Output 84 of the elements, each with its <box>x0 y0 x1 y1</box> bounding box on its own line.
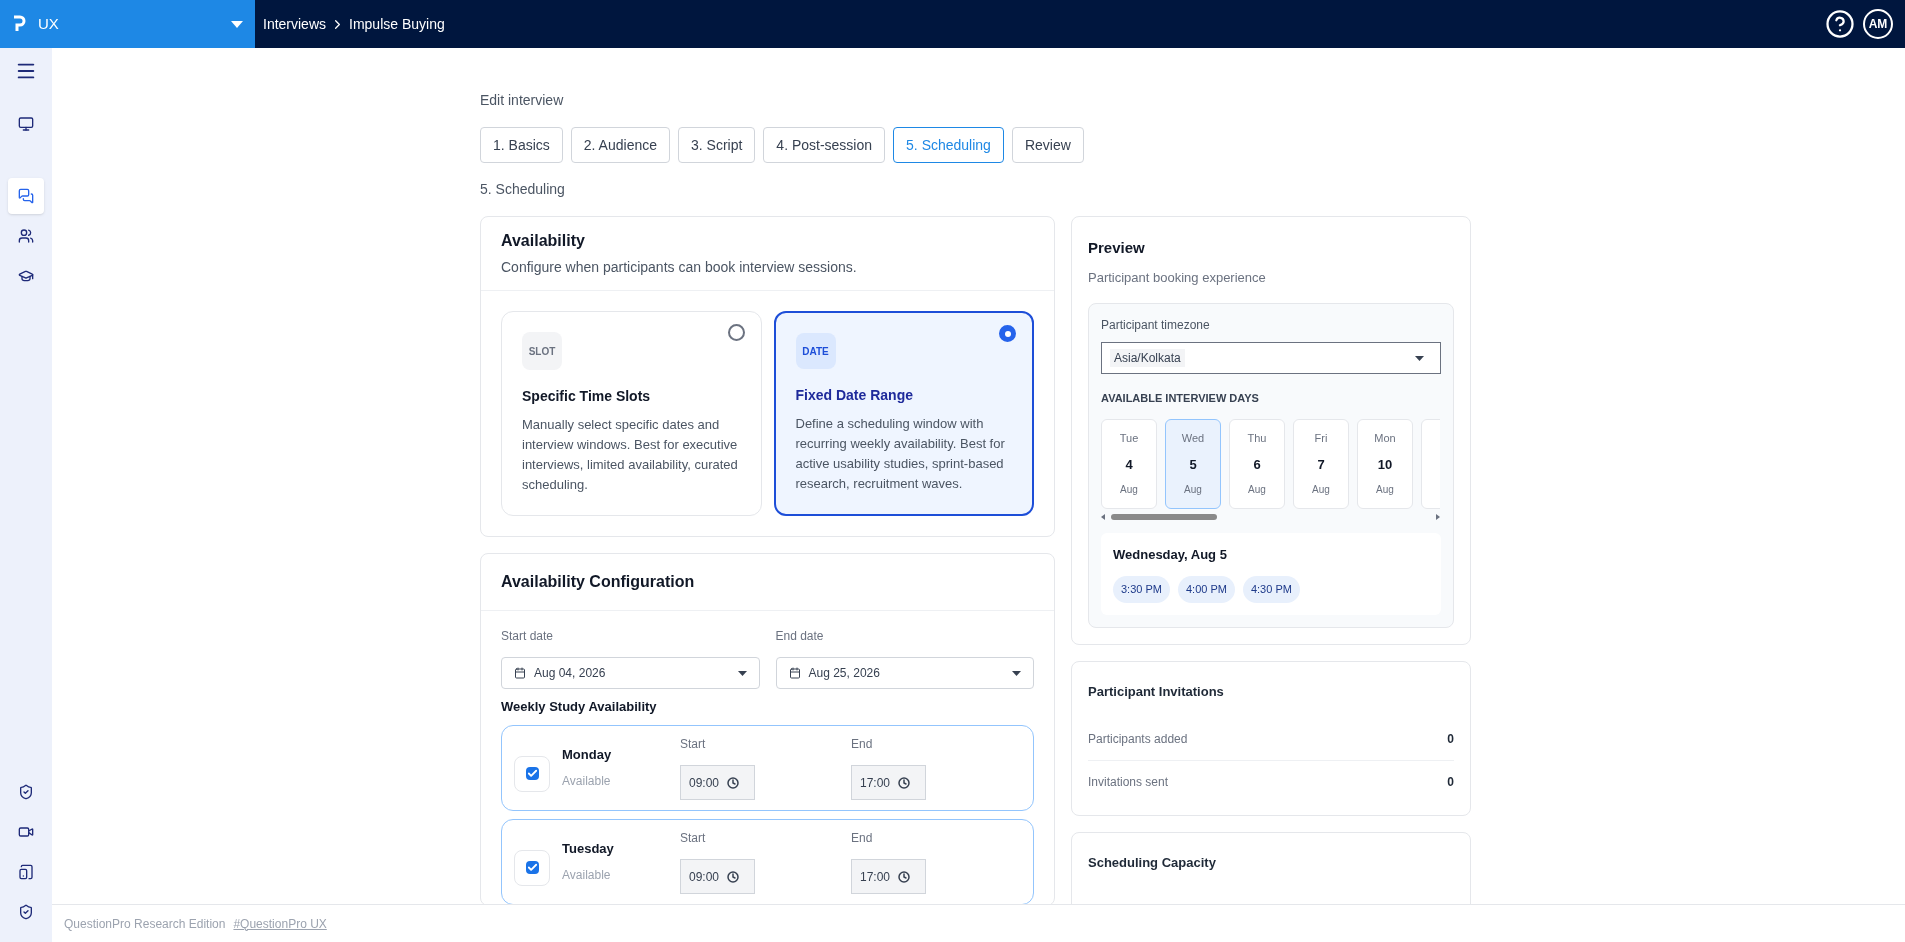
chat-people-icon[interactable] <box>8 178 44 214</box>
time-slot[interactable]: 4:00 PM <box>1177 576 1235 603</box>
calendar-icon <box>514 667 526 679</box>
timezone-select[interactable]: Asia/Kolkata <box>1101 342 1441 374</box>
option-card[interactable]: SLOT Specific Time Slots Manually select specific dates and interview windows. Best for executive interviews, limited availability, curated scheduling. <box>501 311 762 516</box>
caret-icon <box>1012 670 1021 676</box>
card-subtitle: Configure when participants can book interview sessions. <box>501 258 857 277</box>
section-title: AVAILABLE INTERVIEW DAYS <box>1101 391 1259 406</box>
step-tab[interactable]: 1. Basics <box>480 127 563 163</box>
section-label: 5. Scheduling <box>480 180 565 199</box>
date-field[interactable]: Aug 25, 2026 <box>775 657 1034 689</box>
scrollbar[interactable] <box>1101 512 1440 521</box>
card-title: Scheduling Capacity <box>1088 853 1217 872</box>
checkbox-frame[interactable] <box>514 849 550 886</box>
time-field[interactable]: 09:00 <box>680 859 755 894</box>
time-slot[interactable]: 3:30 PM <box>1113 576 1170 603</box>
calendar-icon <box>788 667 801 679</box>
option-description: Manually select specific dates and interview windows. Best for executive interviews, limited availability, curated scheduling. <box>522 416 739 494</box>
option-description: Define a scheduling window with recurring weekly availability. Best for active usability studies, sprint-based research, recruitment waves. <box>795 415 1006 493</box>
time-label: Start <box>680 736 706 753</box>
card-subtitle: Participant booking experience <box>1088 268 1266 287</box>
step-tab[interactable]: 5. Scheduling <box>893 127 1004 163</box>
time-label: Start <box>680 830 706 847</box>
checkbox-frame[interactable] <box>514 755 550 792</box>
card-title: Availability Configuration <box>501 572 696 592</box>
day-chip[interactable]: Tue 4 Aug <box>1101 418 1157 509</box>
option-tag: DATE <box>795 333 836 369</box>
clock-icon <box>727 776 740 789</box>
logo-icon <box>12 15 26 33</box>
field-label: End date <box>775 628 824 645</box>
option-title: Fixed Date Range <box>795 386 913 405</box>
check-icon <box>526 862 538 873</box>
time-field[interactable]: 09:00 <box>680 765 755 800</box>
checkbox[interactable] <box>525 767 539 780</box>
checkbox[interactable] <box>525 861 539 874</box>
clock-icon <box>727 870 740 883</box>
breadcrumb-link[interactable]: Interviews <box>263 13 327 35</box>
option-title: Specific Time Slots <box>522 387 651 406</box>
section-title: Weekly Study Availability <box>501 698 657 716</box>
time-slot[interactable]: 4:30 PM <box>1242 576 1300 603</box>
time-field[interactable]: 17:00 <box>851 859 926 894</box>
stat-value: 0 <box>1447 773 1454 791</box>
day-name: Tuesday <box>562 839 614 858</box>
day-status: Available <box>562 867 611 885</box>
user-avatar[interactable]: AM <box>1863 9 1893 39</box>
page-heading: Edit interview <box>480 91 564 110</box>
step-tab[interactable]: 2. Audience <box>570 127 670 163</box>
card-title: Availability <box>501 231 585 251</box>
option-tag: SLOT <box>522 332 562 370</box>
radio-button[interactable] <box>727 324 745 341</box>
date-field[interactable]: Aug 04, 2026 <box>501 657 760 689</box>
time-label: End <box>851 830 873 847</box>
caret-icon <box>1415 355 1424 361</box>
caret-icon <box>231 20 243 28</box>
option-card[interactable]: DATE Fixed Date Range Define a scheduling window with recurring weekly availability. Best for active usability studies, sprint-based research, recruitment waves. <box>773 311 1034 516</box>
clock-icon <box>898 870 911 883</box>
workspace-selector[interactable]: UX <box>0 0 255 48</box>
selected-date: Wednesday, Aug 5 <box>1113 545 1227 564</box>
radio-button[interactable] <box>999 325 1016 342</box>
day-name: Monday <box>562 745 612 764</box>
card-title: Participant Invitations <box>1088 683 1224 701</box>
day-chip[interactable]: Fri 7 Aug <box>1293 418 1349 509</box>
check-icon <box>526 768 538 779</box>
day-chip[interactable]: Thu 6 Aug <box>1229 418 1285 509</box>
time-field[interactable]: 17:00 <box>851 765 926 800</box>
clock-icon <box>898 776 911 789</box>
field-label: Participant timezone <box>1101 317 1210 334</box>
day-chip[interactable]: Mon 10 Aug <box>1357 418 1413 509</box>
step-tab[interactable]: 4. Post-session <box>763 127 886 163</box>
stat-label: Participants added <box>1088 730 1188 748</box>
time-label: End <box>851 736 873 753</box>
footer-text: QuestionPro Research Edition <box>64 915 226 933</box>
caret-icon <box>737 670 747 676</box>
help-icon[interactable] <box>1825 9 1855 39</box>
day-chip[interactable]: Wed 5 Aug <box>1165 418 1221 509</box>
stat-label: Invitations sent <box>1088 773 1169 791</box>
card-title: Preview <box>1088 238 1145 258</box>
stat-value: 0 <box>1447 730 1454 748</box>
breadcrumb-current: Impulse Buying <box>349 14 445 34</box>
field-label: Start date <box>501 628 554 645</box>
step-tab[interactable]: 3. Script <box>678 127 756 163</box>
timezone-chip: Asia/Kolkata <box>1110 349 1185 367</box>
day-status: Available <box>562 773 611 791</box>
step-tab[interactable]: Review <box>1011 127 1084 163</box>
